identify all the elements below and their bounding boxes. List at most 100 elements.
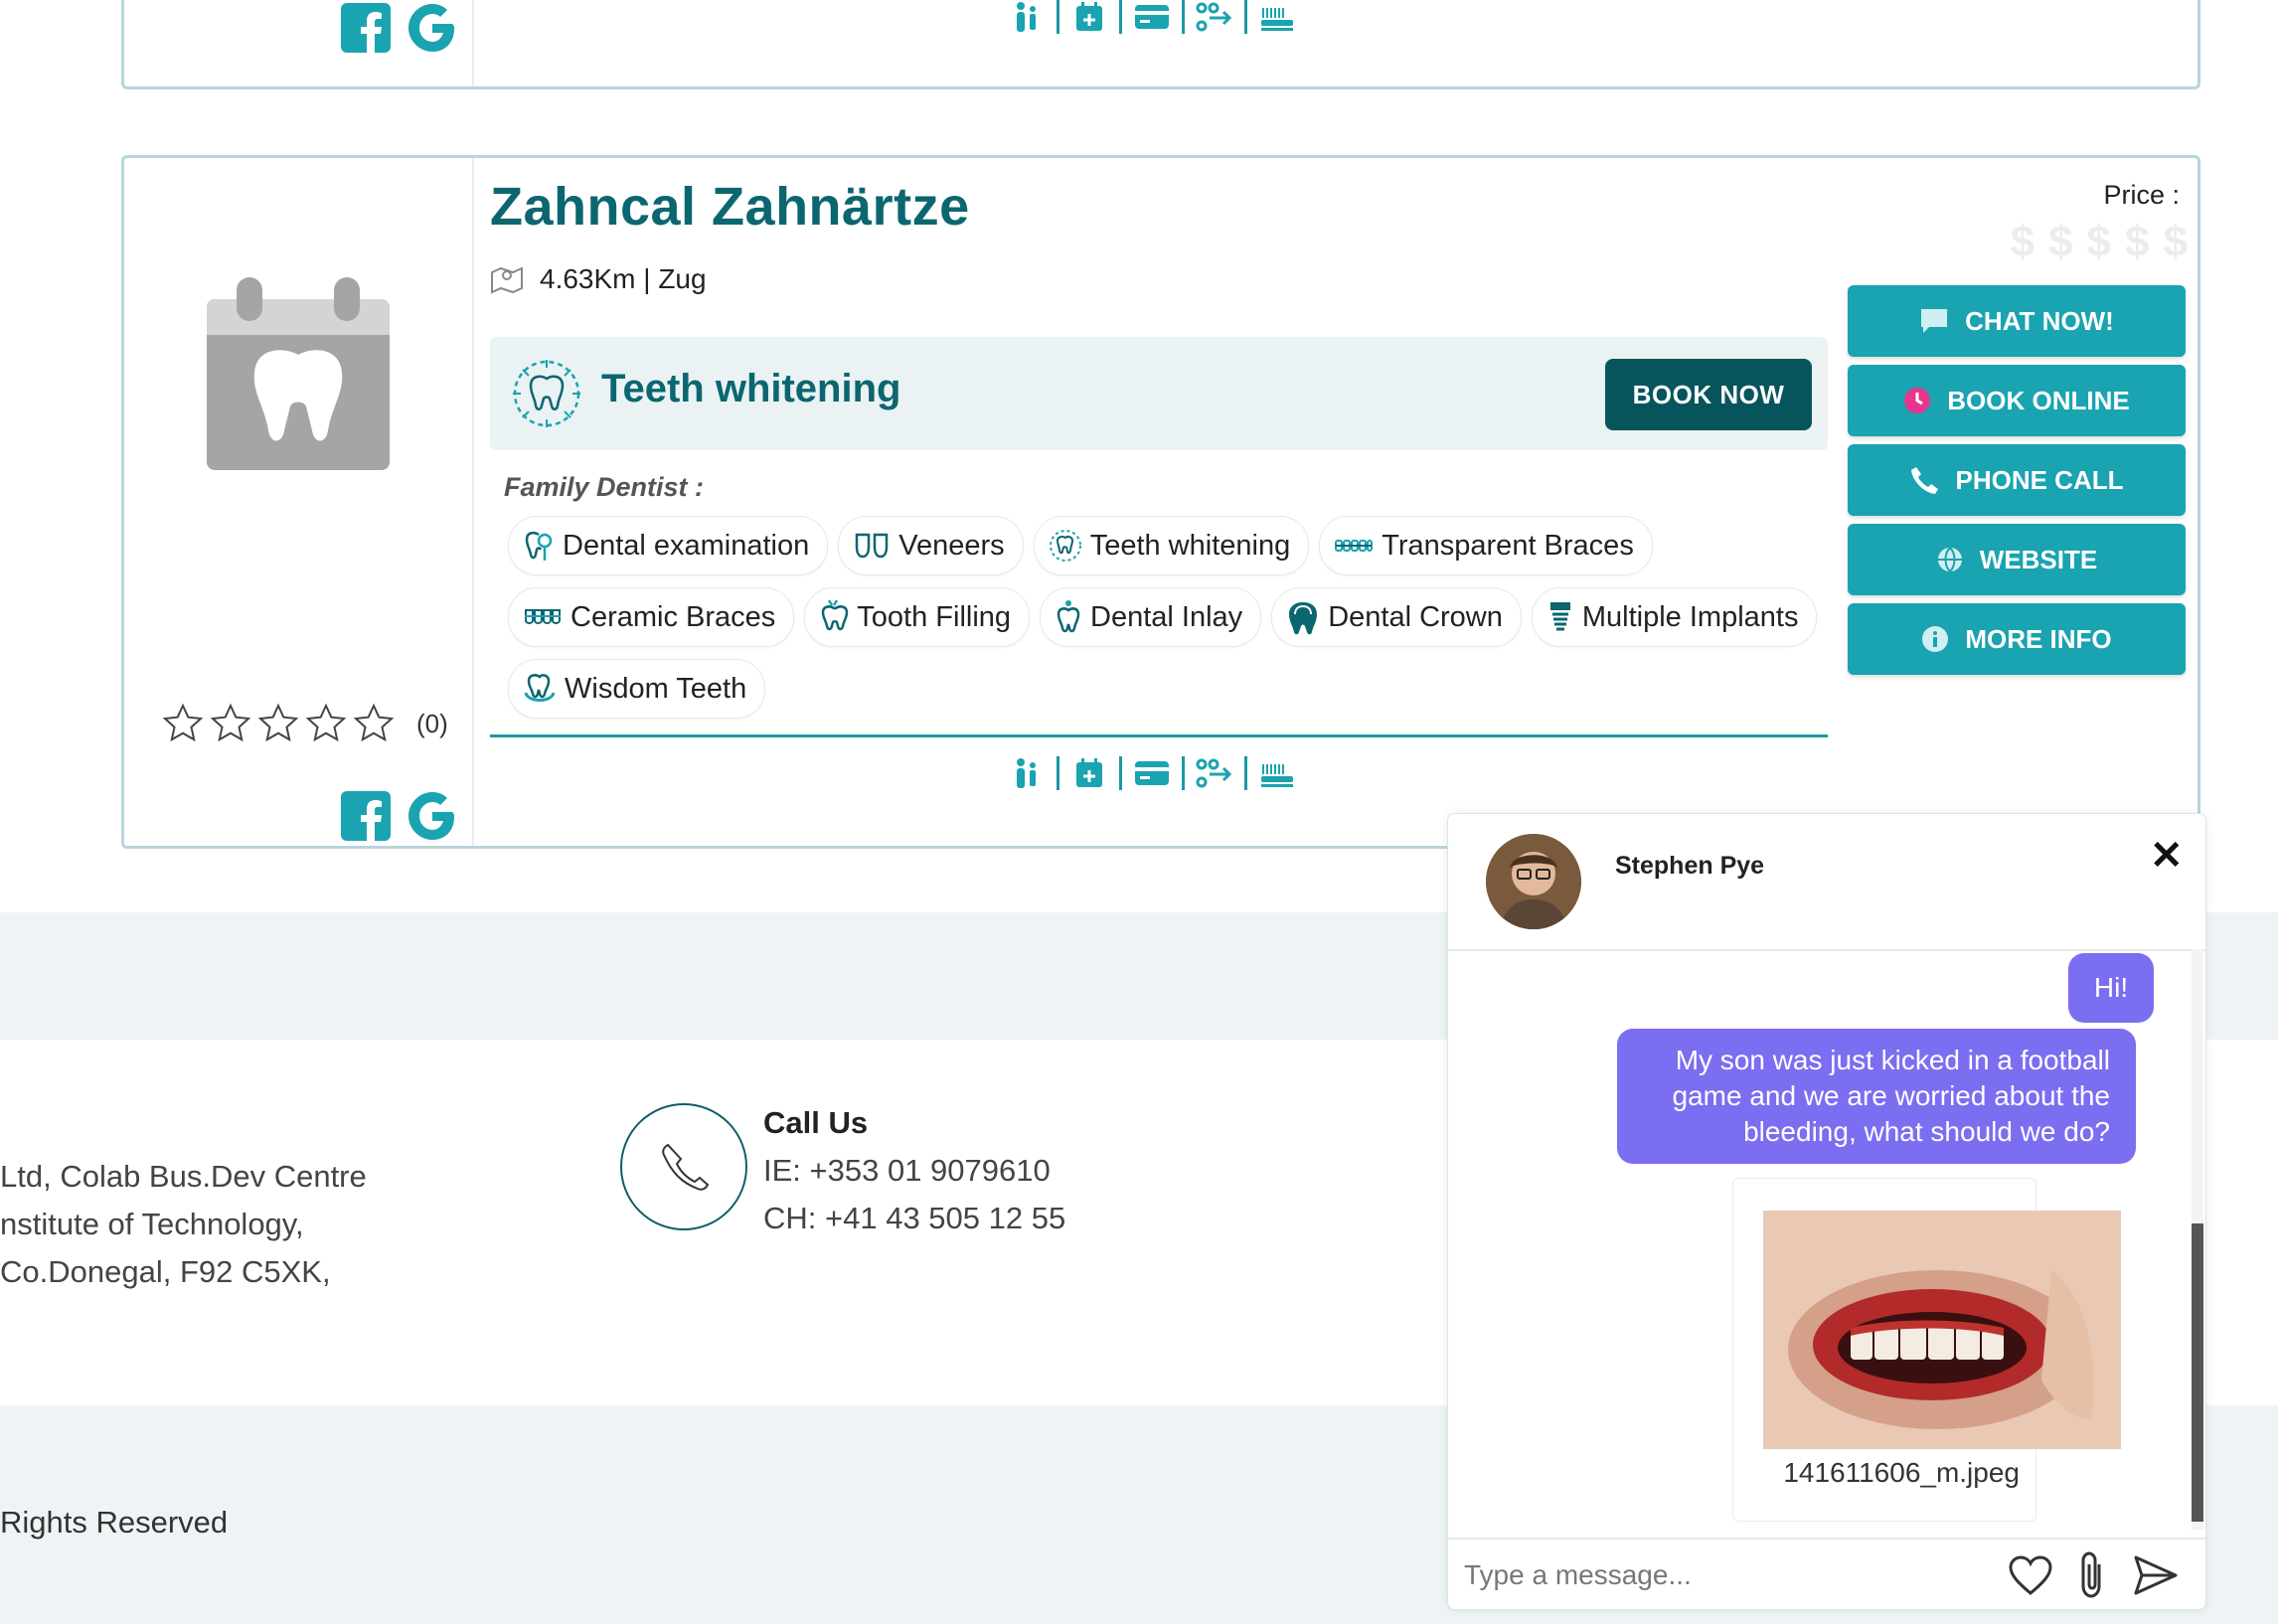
chat-now-button[interactable]: CHAT NOW! — [1848, 285, 2186, 357]
service-tag[interactable]: Dental Inlay — [1040, 587, 1262, 647]
service-tag[interactable]: Ceramic Braces — [508, 587, 795, 647]
book-online-label: BOOK ONLINE — [1947, 385, 2130, 415]
attachment-photo[interactable] — [1763, 1211, 2121, 1449]
star-icon[interactable] — [353, 703, 395, 744]
service-icon — [523, 606, 563, 628]
distance-text: 4.63Km | Zug — [540, 263, 707, 294]
family-icon — [1007, 754, 1047, 792]
service-icon — [1286, 598, 1320, 636]
family-icon — [1007, 0, 1047, 36]
address-line: Co.Donegal, F92 C5XK, — [0, 1254, 331, 1289]
toothbrush-icon — [1257, 754, 1297, 792]
close-chat-button[interactable]: ✕ — [2144, 834, 2188, 878]
google-icon[interactable] — [407, 790, 458, 842]
service-tag[interactable]: Tooth Filling — [804, 587, 1031, 647]
phone-icon — [1910, 467, 1938, 494]
send-button[interactable] — [2128, 1547, 2184, 1603]
service-label: Dental Crown — [1328, 600, 1503, 633]
book-online-button[interactable]: BOOK ONLINE — [1848, 365, 2186, 436]
previous-listing-card — [121, 0, 2200, 89]
rating: (0) — [162, 703, 448, 744]
attach-button[interactable] — [2064, 1547, 2120, 1603]
service-label: Tooth Filling — [857, 600, 1012, 633]
category-label: Family Dentist : — [504, 472, 705, 502]
service-icon — [523, 671, 557, 707]
service-tag[interactable]: Dental Crown — [1271, 587, 1522, 647]
price-label: Price : — [2103, 180, 2180, 210]
price-dollar: $ — [2048, 218, 2073, 266]
transfer-icon — [1195, 0, 1234, 36]
more-info-button[interactable]: MORE INFO — [1848, 603, 2186, 675]
website-button[interactable]: WEBSITE — [1848, 524, 2186, 595]
service-icon — [1334, 536, 1374, 556]
paperclip-icon — [2081, 1551, 2101, 1598]
more-info-label: MORE INFO — [1965, 623, 2112, 654]
image-attachment[interactable]: 141611606_m.jpeg — [1732, 1178, 2121, 1522]
star-icon[interactable] — [305, 703, 347, 744]
price-dollar: $ — [2010, 218, 2035, 266]
star-icon[interactable] — [210, 703, 251, 744]
phone-call-button[interactable]: PHONE CALL — [1848, 444, 2186, 516]
service-tag[interactable]: Transparent Braces — [1319, 516, 1653, 575]
phone-ie[interactable]: IE: +353 01 9079610 — [763, 1153, 1051, 1189]
facebook-icon[interactable] — [341, 3, 391, 53]
chat-header: Stephen Pye ✕ — [1448, 814, 2205, 951]
attachment-filename: 141611606_m.jpeg — [1783, 1457, 2020, 1488]
card-payment-icon — [1132, 0, 1172, 36]
clinic-name[interactable]: Zahncal Zahnärtze — [490, 176, 970, 238]
calendar-tooth-icon — [207, 277, 390, 470]
services-list: Dental examination Veneers Teeth whitening… — [508, 516, 1820, 719]
footer-address: Ltd, Colab Bus.Dev Centre nstitute of Te… — [0, 1153, 367, 1296]
phone-outline-icon — [662, 1143, 710, 1191]
chat-widget: Stephen Pye ✕ Hi! My son was just kicked… — [1447, 813, 2206, 1610]
service-label: Dental Inlay — [1090, 600, 1243, 633]
action-buttons: CHAT NOW! BOOK ONLINE PHONE CALL WEBSITE… — [1848, 285, 2186, 675]
service-icon — [1049, 529, 1082, 563]
service-label: Transparent Braces — [1382, 529, 1634, 562]
send-icon — [2134, 1555, 2178, 1595]
copyright-text: Rights Reserved — [0, 1505, 229, 1540]
listing-card: (0) Zahncal Zahnärtze 4.63Km | Zug Price… — [121, 155, 2200, 849]
card-divider — [472, 158, 474, 846]
service-tag[interactable]: Dental examination — [508, 516, 829, 575]
price-dollar: $ — [2125, 218, 2150, 266]
chat-message-input[interactable] — [1462, 1549, 1993, 1601]
service-icon — [853, 531, 891, 561]
star-icon[interactable] — [162, 703, 204, 744]
book-now-button[interactable]: BOOK NOW — [1605, 359, 1812, 430]
price-dollar: $ — [2163, 218, 2188, 266]
service-tag[interactable]: Wisdom Teeth — [508, 659, 766, 719]
chat-message: Hi! — [2068, 953, 2154, 1023]
clinic-logo — [204, 277, 393, 481]
card-divider — [472, 0, 474, 86]
price-dollar: $ — [2086, 218, 2112, 266]
service-icon — [1055, 598, 1082, 636]
toothbrush-icon — [1257, 0, 1297, 36]
chat-scrollbar[interactable] — [2192, 949, 2203, 1530]
chat-scroll-thumb[interactable] — [2192, 1223, 2203, 1522]
star-icon[interactable] — [257, 703, 299, 744]
service-tag[interactable]: Veneers — [838, 516, 1024, 575]
google-icon[interactable] — [407, 2, 458, 54]
price-level: $ $ $ $ $ — [2011, 218, 2188, 267]
heart-icon — [2009, 1555, 2052, 1595]
calendar-plus-icon — [1069, 754, 1109, 792]
call-us-title: Call Us — [763, 1105, 869, 1140]
chat-contact-name: Stephen Pye — [1615, 852, 1765, 880]
service-icon — [523, 529, 555, 563]
card-payment-icon — [1132, 754, 1172, 792]
service-label: Multiple Implants — [1581, 600, 1799, 633]
amenities-toolbar — [1007, 0, 1297, 36]
service-tag[interactable]: Multiple Implants — [1531, 587, 1818, 647]
phone-call-label: PHONE CALL — [1955, 464, 2124, 495]
service-label: Teeth whitening — [1089, 529, 1291, 562]
facebook-icon[interactable] — [341, 791, 391, 841]
amenities-toolbar — [1007, 754, 1297, 792]
website-label: WEBSITE — [1979, 544, 2098, 574]
service-tag[interactable]: Teeth whitening — [1033, 516, 1310, 575]
like-button[interactable] — [2003, 1547, 2058, 1603]
phone-ch[interactable]: CH: +41 43 505 12 55 — [763, 1201, 1065, 1236]
info-icon — [1922, 626, 1949, 652]
chat-message: My son was just kicked in a football gam… — [1617, 1029, 2136, 1164]
address-line: nstitute of Technology, — [0, 1207, 304, 1241]
